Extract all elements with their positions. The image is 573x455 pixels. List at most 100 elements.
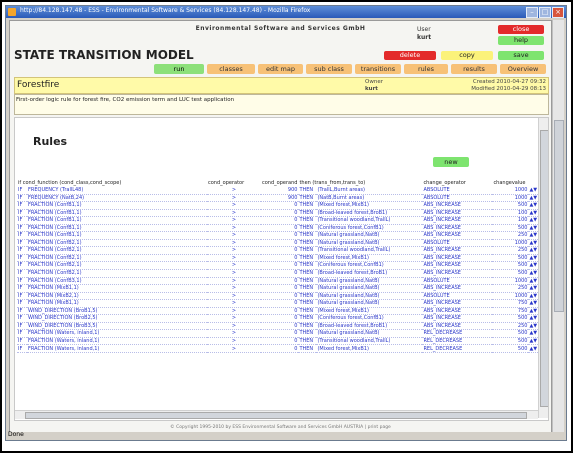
rule-row[interactable]: IF FRACTION (ConfB2,1) >0 THEN (Broad-leaved… [17, 269, 543, 278]
window-title: http://84.128.147.48 - ESS - Environment… [20, 7, 311, 14]
rule-changevalue: 1000 [492, 239, 529, 248]
page-title: STATE TRANSITION MODEL [14, 48, 194, 62]
rule-change-operator: REL_DECREASE [422, 329, 493, 338]
rule-row[interactable]: IF FRACTION (ConfB2,1) >0 THEN (Mixed forest… [17, 254, 543, 263]
then-keyword: THEN [298, 344, 317, 354]
rule-row[interactable]: IF FRACTION (MixB1,1) >0 THEN (Natural grass… [17, 299, 543, 308]
then-keyword: THEN [298, 322, 317, 331]
if-keyword: IF [17, 231, 27, 240]
rule-row[interactable]: IF FRACTION (ConfB2,1) >0 THEN (Natural gras… [17, 239, 543, 248]
rule-cond-operand: 0 [261, 337, 299, 346]
rule-cond-operator: > [207, 277, 261, 286]
if-keyword: IF [17, 209, 27, 218]
project-name: Forestfire [17, 80, 60, 90]
copy-button[interactable]: copy [441, 51, 493, 60]
maximize-icon[interactable]: □ [539, 7, 551, 18]
rule-cond-function: FREQUENCY (TrallL48) [27, 187, 207, 195]
rule-row[interactable]: IF FRACTION (Waters, inland,1) >0 THEN (Tran… [17, 337, 543, 346]
rule-row[interactable]: IF WIND_DIRECTION (BroB1,5) >0 THEN (Mixed f… [17, 307, 543, 316]
rule-change-operator: ABS_INCREASE [422, 269, 493, 278]
rule-row[interactable]: IF FRACTION (MixB1,1) >0 THEN (Natural grass… [17, 284, 543, 293]
help-button[interactable]: help [498, 36, 544, 45]
rule-changevalue: 750 [492, 307, 529, 316]
rule-cond-operand: 0 [261, 224, 299, 233]
then-keyword: THEN [298, 299, 317, 308]
rule-cond-operand: 0 [261, 284, 299, 293]
rule-transition: (Broad-leaved forest,BroB1) [316, 269, 423, 278]
rule-cond-operand: 0 [261, 277, 299, 286]
rules-title: Rules [33, 135, 68, 148]
rule-row[interactable]: IF FRACTION (Waters, inland,1) >0 THEN (Natu… [17, 329, 543, 338]
rule-cond-operand: 0 [261, 344, 299, 354]
if-keyword: IF [17, 269, 27, 278]
rule-row[interactable]: IF FRACTION (ConfB1,1) >0 THEN (Mixed forest… [17, 201, 543, 210]
rule-row[interactable]: IF FRACTION (ConfB1,1) >0 THEN (Natural gras… [17, 231, 543, 240]
new-rule-button[interactable]: new [433, 157, 469, 167]
rule-row[interactable]: IF WIND_DIRECTION (BroB2,5) >0 THEN (Conifer… [17, 314, 543, 323]
tab-results[interactable]: results [451, 64, 497, 74]
rule-cond-function: FRACTION (ConfB2,1) [27, 261, 207, 270]
modified-date: Modified 2010-04-29 08:13 [471, 86, 546, 92]
rule-cond-function: WIND_DIRECTION (BroB2,5) [27, 314, 207, 323]
rule-row[interactable]: IF FRACTION (Waters, inland,1) >0 THEN (Mixe… [17, 344, 543, 354]
rules-vertical-scrollbar[interactable] [538, 118, 548, 418]
header-changevalue: changevalue [493, 179, 526, 186]
owner-name: kurt [365, 86, 378, 92]
if-keyword: IF [17, 246, 27, 255]
minimize-icon[interactable]: – [526, 7, 538, 18]
firefox-icon [8, 8, 16, 16]
tab-run[interactable]: run [154, 64, 204, 74]
rule-cond-operator: > [207, 201, 261, 210]
rules-horizontal-scrollbar[interactable] [15, 410, 538, 419]
tab-sub-class[interactable]: sub class [306, 64, 352, 74]
close-icon[interactable]: × [552, 7, 564, 18]
then-keyword: THEN [298, 194, 317, 203]
rule-changevalue: 250 [492, 322, 529, 331]
rule-transition: (Mixed forest,MixB1) [316, 201, 423, 210]
rule-cond-operand: 0 [261, 261, 299, 270]
rule-change-operator: REL_DECREASE [422, 344, 493, 354]
tab-edit-map[interactable]: edit map [258, 64, 303, 74]
tab-rules[interactable]: rules [404, 64, 448, 74]
if-keyword: IF [17, 194, 27, 203]
rule-cond-operand: 0 [261, 322, 299, 331]
then-keyword: THEN [298, 307, 317, 316]
rule-changevalue: 250 [492, 246, 529, 255]
rule-row[interactable]: IF FRACTION (ConfB1,1) >0 THEN (Broad-leaved… [17, 209, 543, 218]
tab-overview[interactable]: Overview [500, 64, 546, 74]
rule-change-operator: ABSOLUTE [422, 239, 493, 248]
rule-cond-operand: 0 [261, 269, 299, 278]
then-keyword: THEN [298, 277, 317, 286]
rule-row[interactable]: IF FRACTION (MixB2,1) >0 THEN (Natural grass… [17, 292, 543, 301]
rule-cond-operator: > [207, 292, 261, 301]
rule-transition: (Natural grassland,NatB) [316, 299, 423, 308]
delete-button[interactable]: delete [384, 51, 436, 60]
rule-changevalue: 500 [492, 314, 529, 323]
rule-changevalue: 500 [492, 261, 529, 270]
page-vertical-scrollbar[interactable] [552, 20, 564, 432]
rule-cond-operand: 0 [261, 239, 299, 248]
status-bar: Done [6, 431, 566, 440]
rule-transition: (Transitional woodland,TrallL) [316, 337, 423, 346]
rule-row[interactable]: IF WIND_DIRECTION (BroB3,5) >0 THEN (Broad-l… [17, 322, 543, 331]
rule-cond-operator: > [207, 194, 261, 203]
rule-row[interactable]: IF FRACTION (ConfB2,1) >0 THEN (Coniferous f… [17, 261, 543, 270]
rule-row[interactable]: IF FRACTION (ConfB3,1) >0 THEN (Natural gras… [17, 277, 543, 286]
then-keyword: THEN [298, 269, 317, 278]
tab-transitions[interactable]: transitions [355, 64, 401, 74]
rule-row[interactable]: IF FRACTION (ConfB1,1) >0 THEN (Transitional… [17, 216, 543, 225]
created-date: Created 2010-04-27 09:32 [472, 79, 546, 85]
footer-copyright[interactable]: © Copyright 1995-2010 by ESS Environment… [10, 425, 551, 430]
rule-row[interactable]: IF FRACTION (ConfB2,1) >0 THEN (Transitional… [17, 246, 543, 255]
close-button[interactable]: close [498, 25, 544, 34]
if-keyword: IF [17, 344, 27, 354]
rule-cond-operand: 0 [261, 216, 299, 225]
save-button[interactable]: save [498, 51, 544, 60]
rule-row[interactable]: IF FRACTION (ConfB1,1) >0 THEN (Coniferous f… [17, 224, 543, 233]
description-field[interactable]: First-order logic rule for forest fire, … [14, 94, 549, 115]
rule-row[interactable]: IF FREQUENCY (TrallL48) >900 THEN (TrallL,Bu… [17, 187, 543, 195]
tab-classes[interactable]: classes [207, 64, 255, 74]
rule-row[interactable]: IF FREQUENCY (NatB,24) >900 THEN (NatB,Burnt… [17, 194, 543, 203]
rule-change-operator: ABSOLUTE [422, 292, 493, 301]
if-keyword: IF [17, 187, 27, 195]
